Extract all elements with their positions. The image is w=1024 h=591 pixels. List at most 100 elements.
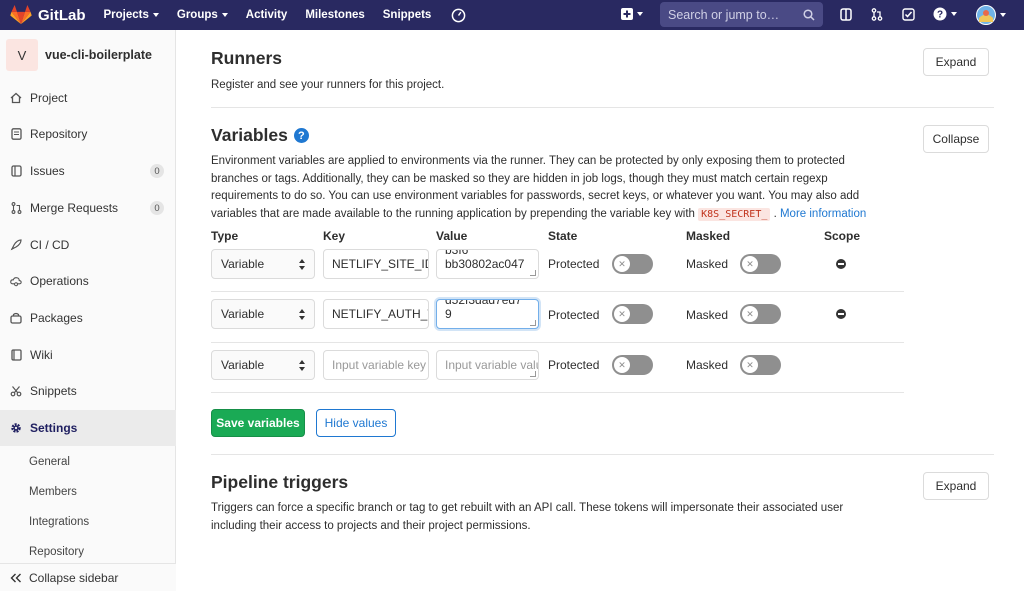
nav-activity[interactable]: Activity <box>246 9 288 21</box>
pipeline-triggers-title: Pipeline triggers <box>211 472 349 492</box>
chevron-down-icon <box>637 12 643 16</box>
column-header-masked: Masked <box>686 229 731 243</box>
chevron-down-icon <box>221 13 228 17</box>
nav-projects[interactable]: Projects <box>104 9 159 21</box>
toggle-off-x-icon: ✕ <box>614 306 630 322</box>
column-header-value: Value <box>436 229 468 243</box>
collapse-sidebar-button[interactable]: Collapse sidebar <box>0 563 176 591</box>
project-header[interactable]: V vue-cli-boilerplate <box>0 30 175 80</box>
sidebar-item-project[interactable]: Project <box>0 80 176 116</box>
sidebar-item-label: Repository <box>30 127 88 141</box>
masked-toggle[interactable]: ✕ <box>740 304 781 324</box>
runners-title: Runners <box>211 48 282 68</box>
variables-collapse-button[interactable]: Collapse <box>923 125 989 153</box>
protected-toggle[interactable]: ✕ <box>612 304 653 324</box>
sidebar-item-snippets[interactable]: Snippets <box>0 373 176 409</box>
protected-toggle[interactable]: ✕ <box>612 254 653 274</box>
sidebar-subitem-members[interactable]: Members <box>0 477 176 507</box>
cloud-gear-icon <box>10 275 22 287</box>
sidebar-item-label: Issues <box>30 164 65 178</box>
search-input[interactable] <box>668 7 803 22</box>
masked-label: Masked <box>686 308 729 322</box>
resize-handle-icon <box>530 320 536 326</box>
resize-handle-icon <box>530 371 536 377</box>
masked-toggle[interactable]: ✕ <box>740 355 781 375</box>
protected-label: Protected <box>548 308 600 322</box>
pipeline-triggers-description: Triggers can force a specific branch or … <box>211 502 844 532</box>
double-chevron-left-icon <box>10 573 22 583</box>
sidebar-item-issues[interactable]: Issues 0 <box>0 153 176 189</box>
scissors-icon <box>10 385 22 397</box>
performance-bar-icon[interactable] <box>451 0 466 30</box>
brand-name: GitLab <box>38 6 86 24</box>
variable-value-textarea[interactable]: b3f6 bb30802ac047 <box>436 249 539 279</box>
section-divider <box>211 454 994 455</box>
variable-key-input[interactable]: NETLIFY_AUTH_TOKEN <box>323 299 429 329</box>
todos-check-icon[interactable] <box>902 8 915 24</box>
sidebar-item-label: Snippets <box>30 384 77 398</box>
select-arrows-icon <box>299 360 305 371</box>
search-bar[interactable] <box>660 2 823 27</box>
variable-type-value: Variable <box>221 358 265 372</box>
chevron-down-icon <box>1000 13 1006 17</box>
variable-key-input[interactable]: NETLIFY_SITE_ID <box>323 249 429 279</box>
sidebar-item-ci-cd[interactable]: CI / CD <box>0 227 176 263</box>
sidebar-item-merge-requests[interactable]: Merge Requests 0 <box>0 190 176 226</box>
sidebar-item-operations[interactable]: Operations <box>0 263 176 299</box>
chevron-down-icon <box>152 13 159 17</box>
more-information-link[interactable]: More information <box>780 208 866 220</box>
variable-value-textarea[interactable]: Input variable value <box>436 350 539 380</box>
sidebar-item-label: Packages <box>30 311 83 325</box>
row-divider <box>211 342 904 343</box>
help-question-icon[interactable]: ? <box>293 128 309 143</box>
sidebar-subitem-general[interactable]: General <box>0 447 176 477</box>
variable-type-select[interactable]: Variable <box>211 249 315 279</box>
svg-text:?: ? <box>937 10 943 21</box>
merge-requests-icon[interactable] <box>871 8 883 24</box>
variable-value-textarea[interactable]: d52f3dad7ed7 9 <box>436 299 539 329</box>
settings-gear-icon <box>10 422 22 434</box>
project-avatar: V <box>6 39 38 71</box>
column-header-key: Key <box>323 229 346 243</box>
protected-label: Protected <box>548 257 600 271</box>
toggle-off-x-icon: ✕ <box>742 306 758 322</box>
remove-variable-icon[interactable] <box>836 259 846 269</box>
runners-expand-button[interactable]: Expand <box>923 48 989 76</box>
nav-groups[interactable]: Groups <box>177 9 228 21</box>
sidebar-toggle-icon[interactable] <box>840 8 852 24</box>
protected-toggle[interactable]: ✕ <box>612 355 653 375</box>
save-variables-button[interactable]: Save variables <box>211 409 305 437</box>
project-name: vue-cli-boilerplate <box>45 48 152 62</box>
column-header-state: State <box>548 229 578 243</box>
sidebar-item-packages[interactable]: Packages <box>0 300 176 336</box>
gitlab-logo[interactable]: GitLab <box>10 0 104 30</box>
variable-key-input[interactable]: Input variable key <box>323 350 429 380</box>
sidebar-subitem-integrations[interactable]: Integrations <box>0 507 176 537</box>
nav-snippets[interactable]: Snippets <box>383 9 432 21</box>
help-icon[interactable]: ? <box>933 7 957 21</box>
variables-description: Environment variables are applied to env… <box>211 153 881 223</box>
sidebar-item-wiki[interactable]: Wiki <box>0 337 176 373</box>
book-icon <box>10 349 22 361</box>
nav-groups-label: Groups <box>176 9 218 21</box>
variable-type-value: Variable <box>221 257 265 271</box>
runners-description: Register and see your runners for this p… <box>211 79 445 91</box>
pipeline-triggers-expand-button[interactable]: Expand <box>923 472 989 500</box>
sidebar-item-repository[interactable]: Repository <box>0 116 176 152</box>
masked-toggle[interactable]: ✕ <box>740 254 781 274</box>
doc-icon <box>10 128 22 140</box>
variables-title-row: Variables ? <box>211 125 309 146</box>
hide-values-button[interactable]: Hide values <box>316 409 396 437</box>
home-icon <box>10 92 22 104</box>
sidebar-item-settings[interactable]: Settings <box>0 410 176 446</box>
new-item-plus-icon[interactable] <box>621 8 643 20</box>
nav-milestones[interactable]: Milestones <box>305 9 364 21</box>
remove-variable-icon[interactable] <box>836 309 846 319</box>
masked-label: Masked <box>686 257 729 271</box>
variable-type-select[interactable]: Variable <box>211 299 315 329</box>
variables-title: Variables <box>211 125 288 145</box>
package-icon <box>10 312 22 324</box>
user-avatar[interactable] <box>976 5 1006 25</box>
variable-type-select[interactable]: Variable <box>211 350 315 380</box>
variables-description-tail: . <box>770 207 777 220</box>
